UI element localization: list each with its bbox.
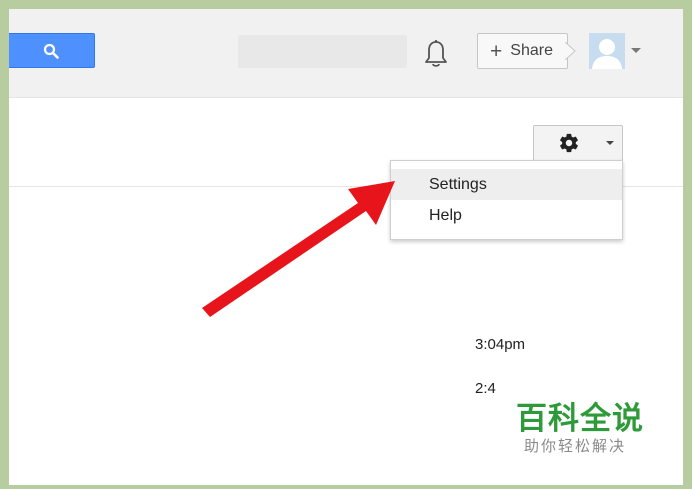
bell-icon[interactable] [423,39,449,69]
caret-down-icon [606,141,614,145]
app-window: + Share Settings Help 3:04pm 2:4 百科全说 助你… [9,9,683,485]
account-menu-caret[interactable] [631,48,641,53]
watermark-subtitle: 助你轻松解决 [524,437,627,455]
plus-icon: + [490,39,503,63]
share-label: Share [510,42,553,59]
search-button[interactable] [9,33,95,68]
watermark-title: 百科全说 [516,401,644,437]
avatar[interactable] [589,33,625,69]
search-icon [43,43,59,59]
email-time: 3:04pm [475,336,526,353]
search-box-placeholder[interactable] [238,35,407,68]
menu-item-help[interactable]: Help [391,200,622,231]
default-avatar-icon [589,33,625,69]
settings-gear-button[interactable] [533,125,623,161]
top-bar: + Share [9,9,683,98]
settings-dropdown-menu: Settings Help [390,160,623,240]
email-time: 2:4 [475,380,496,397]
menu-item-settings[interactable]: Settings [391,169,622,200]
share-button[interactable]: + Share [477,33,568,69]
share-button-pointer [565,42,576,60]
gear-icon [560,133,578,153]
